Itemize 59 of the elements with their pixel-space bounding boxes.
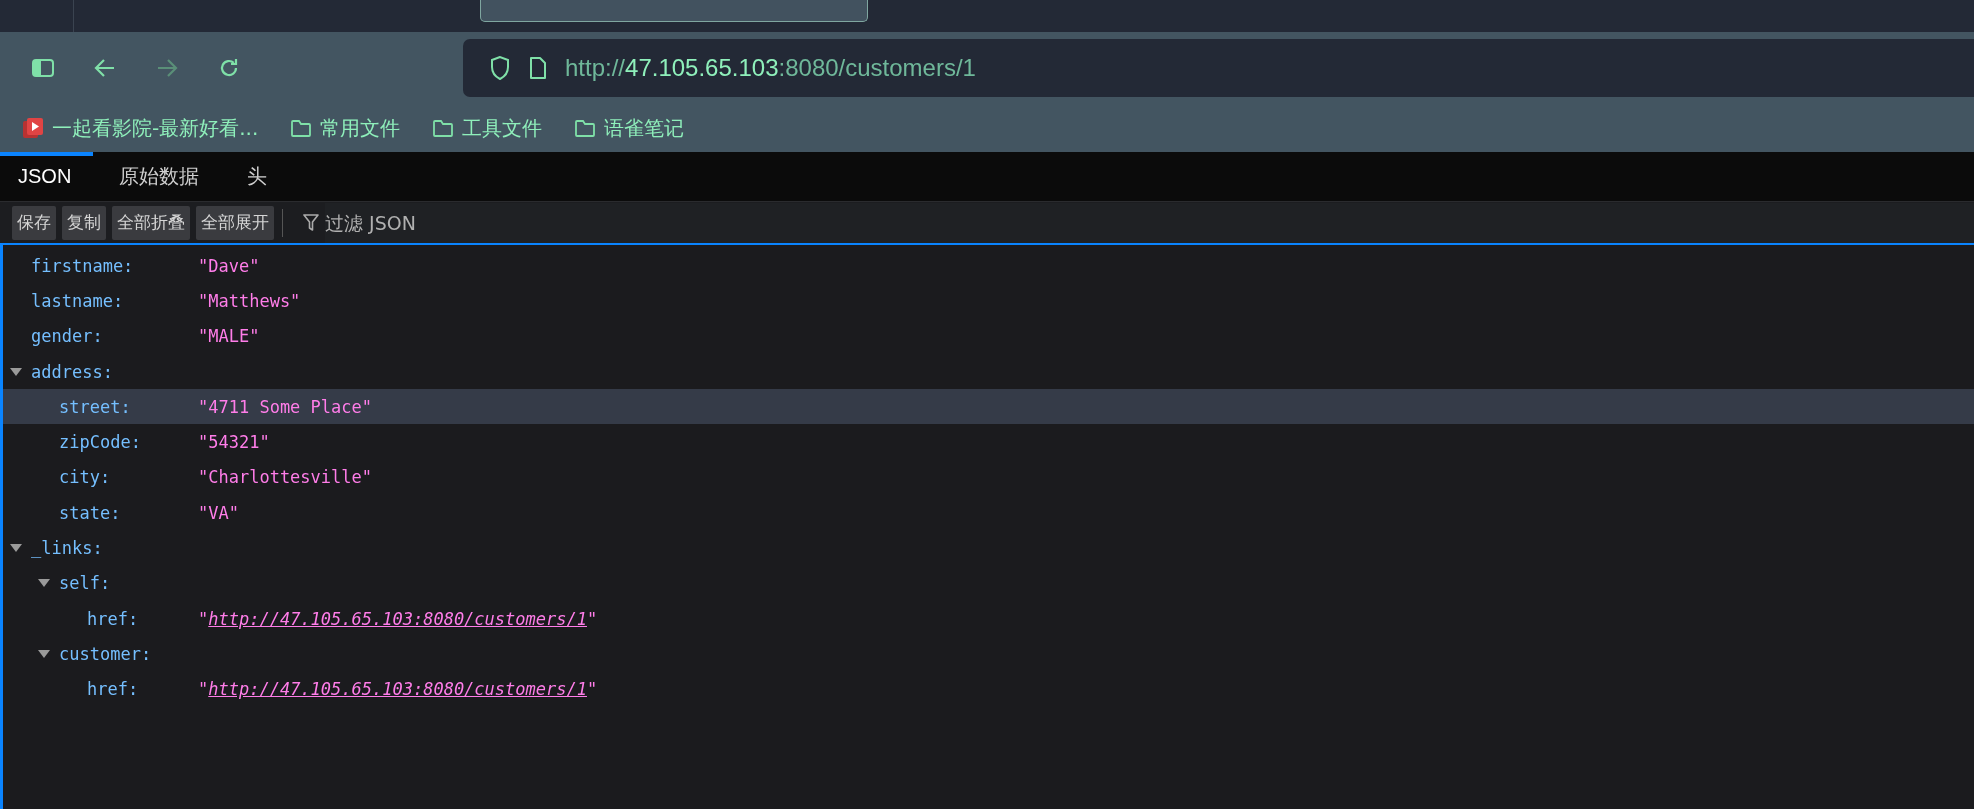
json-key: href:	[87, 608, 139, 629]
filter-field[interactable]: 过滤 JSON	[325, 202, 1974, 243]
json-value: "MALE"	[198, 326, 260, 347]
json-key: gender:	[31, 326, 103, 347]
json-key: self:	[59, 573, 111, 594]
tree-row[interactable]: lastname: "Matthews"	[3, 283, 1974, 319]
play-icon	[22, 117, 44, 139]
tree-row[interactable]: city: "Charlottesville"	[3, 459, 1974, 496]
viewer-tab[interactable]: 原始数据	[101, 152, 222, 201]
tree-row[interactable]: firstname: "Dave"	[3, 248, 1974, 284]
json-key: address:	[31, 361, 113, 382]
json-key: state:	[59, 502, 121, 523]
tree-row[interactable]: zipCode: "54321"	[3, 424, 1974, 460]
json-value: "54321"	[198, 432, 270, 453]
folder-icon	[574, 118, 597, 138]
tree-row[interactable]: href: "http://47.105.65.103:8080/customers/1"	[3, 671, 1974, 707]
json-key: city:	[59, 467, 111, 488]
link-value[interactable]: "http://47.105.65.103:8080/customers/1"	[198, 608, 598, 629]
tree-row[interactable]: street: "4711 Some Place"	[3, 389, 1974, 425]
json-value: "Matthews"	[198, 290, 301, 311]
json-key: href:	[87, 679, 139, 700]
address-bar[interactable]: http://47.105.65.103:8080/customers/1	[463, 39, 1974, 97]
json-key: firstname:	[31, 255, 134, 276]
shield-icon[interactable]	[489, 55, 511, 81]
viewer-tab[interactable]: 头	[229, 152, 290, 201]
bookmark-item[interactable]: 工具文件	[432, 114, 543, 142]
toggle-triangle-icon[interactable]	[9, 365, 23, 378]
filter-icon	[303, 213, 319, 232]
tree-row[interactable]: gender: "MALE"	[3, 318, 1974, 354]
json-value: "Charlottesville"	[198, 467, 372, 488]
toggle-triangle-icon[interactable]	[37, 647, 51, 660]
json-key: customer:	[59, 643, 152, 664]
json-key: street:	[59, 396, 131, 417]
tree-row[interactable]: customer:	[3, 636, 1974, 672]
tree-row[interactable]: address:	[3, 353, 1974, 390]
back-arrow-icon[interactable]	[93, 57, 117, 79]
toolbar-button[interactable]: 全部折叠	[112, 205, 190, 240]
tree-row[interactable]: href: "http://47.105.65.103:8080/customers/1"	[3, 600, 1974, 637]
json-value: "4711 Some Place"	[198, 396, 372, 417]
json-value: "VA"	[198, 502, 239, 523]
tree-row[interactable]: state: "VA"	[3, 495, 1974, 531]
json-key: lastname:	[31, 290, 124, 311]
json-value: "Dave"	[198, 255, 260, 276]
folder-icon	[432, 118, 455, 138]
page-icon	[529, 56, 547, 80]
toolbar-button[interactable]: 全部展开	[196, 205, 274, 240]
bookmark-item[interactable]: 常用文件	[290, 114, 401, 142]
json-key: _links:	[31, 538, 103, 558]
toggle-triangle-icon[interactable]	[9, 542, 23, 554]
bookmark-item[interactable]: 语雀笔记	[574, 114, 685, 142]
json-key: zipCode:	[59, 432, 141, 453]
tree-row[interactable]: _links:	[3, 530, 1974, 566]
toolbar-button[interactable]: 复制	[62, 205, 106, 240]
sidebar-icon[interactable]	[31, 58, 55, 78]
link-value[interactable]: "http://47.105.65.103:8080/customers/1"	[198, 679, 598, 700]
toolbar-button[interactable]: 保存	[12, 205, 56, 240]
bookmark-item[interactable]: 一起看影院-最新好看...	[22, 114, 259, 142]
folder-icon	[290, 118, 313, 138]
tree-row[interactable]: self:	[3, 565, 1974, 601]
